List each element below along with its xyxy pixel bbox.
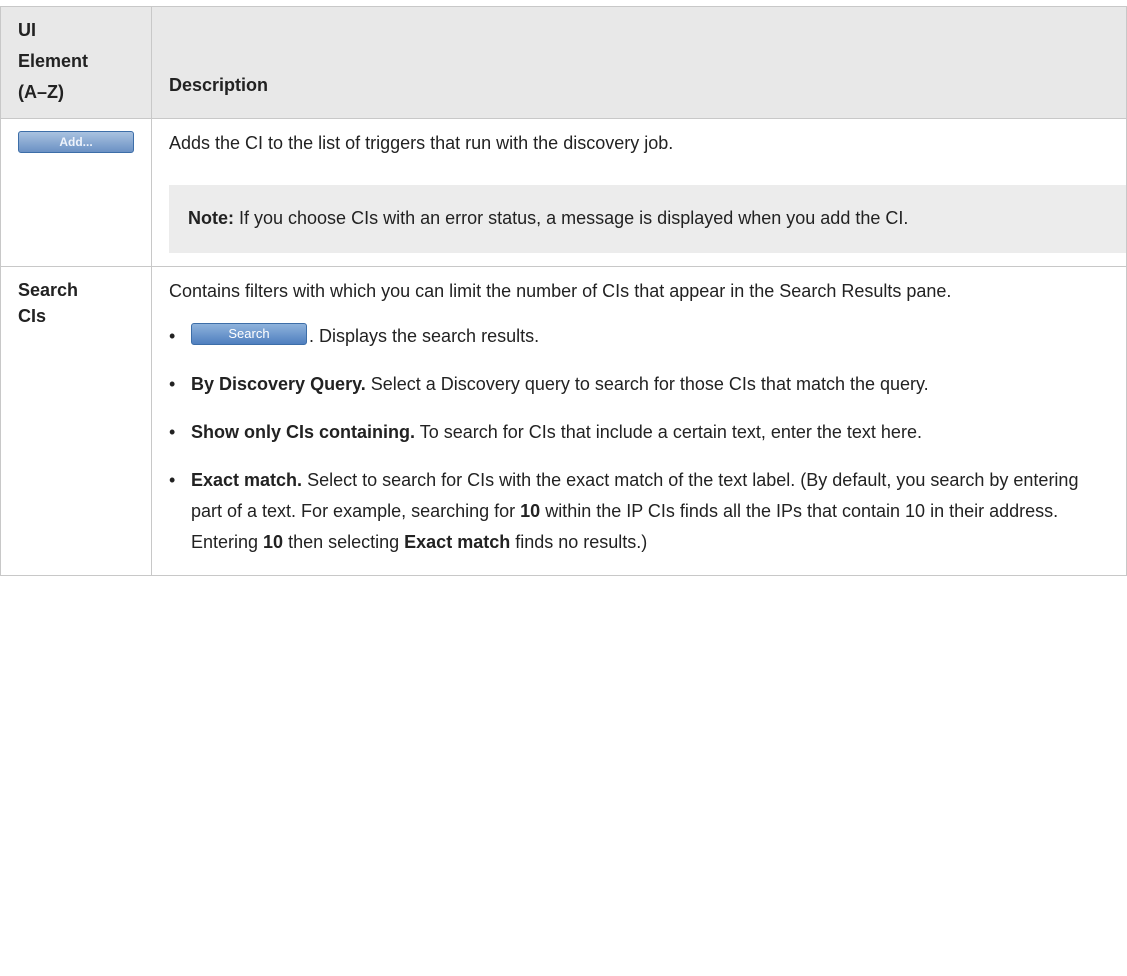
element-cell-search-cis: Search CIs [0,266,152,576]
header-ui-element-line: UI [18,20,36,40]
show-only-label: Show only CIs containing. [191,422,416,442]
exact-label: Exact match. [191,470,303,490]
table-row-search-cis: Search CIs Contains filters with which y… [0,266,1127,576]
note-text: If you choose CIs with an error status, … [234,208,909,228]
search-description: Contains filters with which you can limi… [169,281,952,301]
header-description: Description [151,6,1127,119]
search-button-text: . Displays the search results. [309,326,540,346]
add-button[interactable]: Add... [18,131,134,154]
by-query-text: Select a Discovery query to search for t… [365,374,929,394]
add-description: Adds the CI to the list of triggers that… [169,133,674,153]
list-item-exact-match: Exact match. Select to search for CIs wi… [169,465,1112,558]
list-item-show-only: Show only CIs containing. To search for … [169,417,1112,448]
table-row-add: Add... Adds the CI to the list of trigge… [0,118,1127,267]
list-item-by-discovery-query: By Discovery Query. Select a Discovery q… [169,369,1112,400]
header-ui-element-line: Element [18,51,89,71]
exact-text: then selecting [283,532,405,552]
filter-list: Search. Displays the search results. By … [169,321,1112,558]
search-cis-label-line: CIs [18,306,47,326]
element-cell-add: Add... [0,118,152,267]
header-ui-element-line: (A–Z) [18,82,64,102]
list-item-search-button: Search. Displays the search results. [169,321,1112,352]
exact-bold-value: Exact match [404,532,511,552]
search-cis-label-line: Search [18,280,79,300]
table-header-row: UI Element (A–Z) Description [0,6,1127,119]
exact-bold-value: 10 [520,501,541,521]
ui-elements-table: UI Element (A–Z) Description Add... Adds… [0,6,1127,576]
header-ui-element: UI Element (A–Z) [0,6,152,119]
note-box: Note: If you choose CIs with an error st… [169,185,1127,253]
note-label: Note: [188,208,234,228]
exact-bold-value: 10 [263,532,284,552]
by-query-label: By Discovery Query. [191,374,366,394]
exact-text: finds no results.) [510,532,648,552]
description-cell-add: Adds the CI to the list of triggers that… [151,118,1127,267]
description-cell-search-cis: Contains filters with which you can limi… [151,266,1127,576]
show-only-text: To search for CIs that include a certain… [415,422,922,442]
search-button[interactable]: Search [191,323,307,346]
